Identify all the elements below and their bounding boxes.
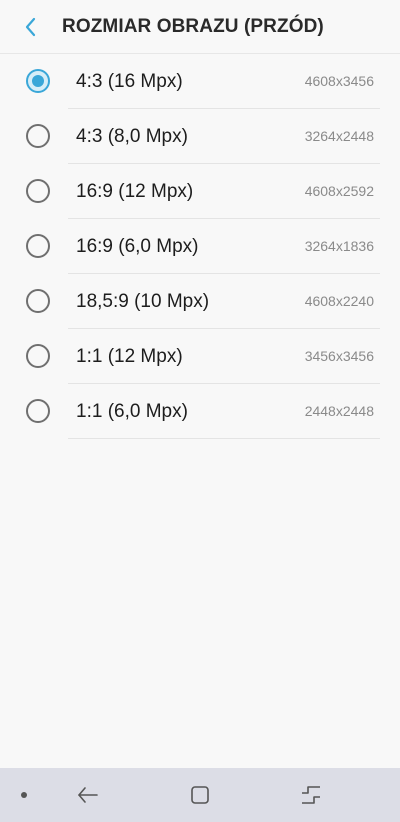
option-resolution: 3264x1836: [304, 238, 374, 254]
radio-button[interactable]: [26, 344, 50, 368]
list-item[interactable]: 1:1 (6,0 Mpx) 2448x2448: [0, 384, 400, 439]
option-resolution: 4608x3456: [304, 73, 374, 89]
radio-button[interactable]: [26, 69, 50, 93]
list-item[interactable]: 4:3 (16 Mpx) 4608x3456: [0, 54, 400, 109]
list-item[interactable]: 16:9 (12 Mpx) 4608x2592: [0, 164, 400, 219]
option-resolution: 4608x2592: [304, 183, 374, 199]
option-resolution: 2448x2448: [304, 403, 374, 419]
list-item[interactable]: 4:3 (8,0 Mpx) 3264x2448: [0, 109, 400, 164]
radio-button[interactable]: [26, 234, 50, 258]
option-resolution: 4608x2240: [304, 293, 374, 309]
recents-icon: [302, 786, 320, 804]
option-label: 1:1 (6,0 Mpx): [76, 401, 188, 422]
option-label: 1:1 (12 Mpx): [76, 346, 183, 367]
option-label: 16:9 (12 Mpx): [76, 181, 194, 202]
home-square-icon: [191, 786, 209, 804]
radio-button[interactable]: [26, 179, 50, 203]
nav-back-button[interactable]: [73, 780, 103, 810]
nav-home-button[interactable]: [185, 780, 215, 810]
screen: ROZMIAR OBRAZU (PRZÓD) 4:3 (16 Mpx) 4608…: [0, 0, 400, 822]
list-item[interactable]: 16:9 (6,0 Mpx) 3264x1836: [0, 219, 400, 274]
radio-button[interactable]: [26, 124, 50, 148]
list-item[interactable]: 1:1 (12 Mpx) 3456x3456: [0, 329, 400, 384]
option-label: 4:3 (8,0 Mpx): [76, 126, 188, 147]
page-title: ROZMIAR OBRAZU (PRZÓD): [62, 15, 324, 37]
nav-recents-button[interactable]: [296, 780, 326, 810]
back-arrow-icon: [78, 787, 98, 803]
back-button[interactable]: [0, 0, 62, 54]
resolution-list: 4:3 (16 Mpx) 4608x3456 4:3 (8,0 Mpx) 326…: [0, 54, 400, 439]
chevron-left-icon: [25, 17, 36, 36]
nav-dot-indicator[interactable]: [21, 792, 27, 798]
option-resolution: 3264x2448: [304, 128, 374, 144]
option-label: 4:3 (16 Mpx): [76, 71, 183, 92]
radio-button[interactable]: [26, 289, 50, 313]
list-item[interactable]: 18,5:9 (10 Mpx) 4608x2240: [0, 274, 400, 329]
divider: [68, 438, 380, 439]
option-label: 16:9 (6,0 Mpx): [76, 236, 199, 257]
navigation-bar: [0, 768, 400, 822]
option-resolution: 3456x3456: [304, 348, 374, 364]
header-bar: ROZMIAR OBRAZU (PRZÓD): [0, 0, 400, 54]
radio-button[interactable]: [26, 399, 50, 423]
option-label: 18,5:9 (10 Mpx): [76, 291, 210, 312]
